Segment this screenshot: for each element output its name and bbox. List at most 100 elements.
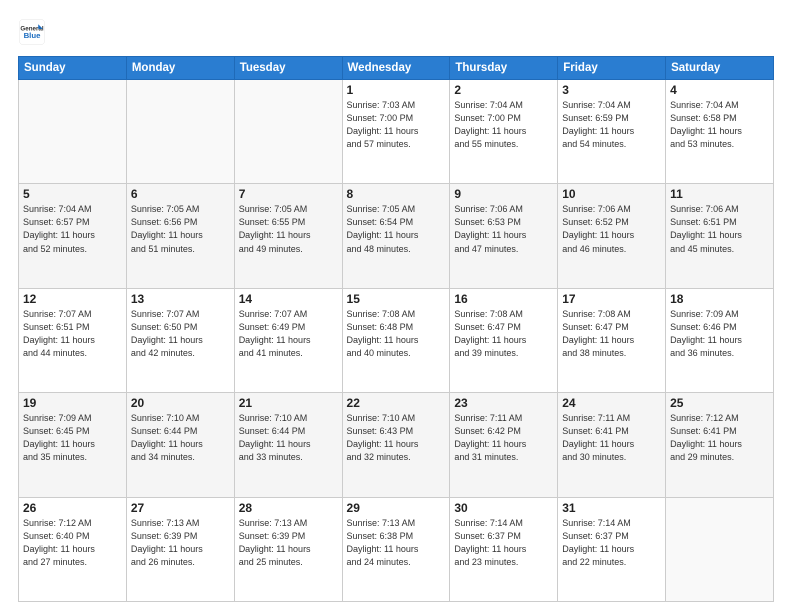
- day-number: 21: [239, 396, 338, 410]
- calendar-cell: 3 Sunrise: 7:04 AMSunset: 6:59 PMDaylight…: [558, 80, 666, 184]
- day-info: Sunrise: 7:13 AMSunset: 6:38 PMDaylight:…: [347, 517, 446, 569]
- calendar-cell: 1Sunrise: 7:03 AMSunset: 7:00 PMDaylight…: [342, 80, 450, 184]
- day-number: 20: [131, 396, 230, 410]
- day-number: 30: [454, 501, 553, 515]
- calendar-cell: 6Sunrise: 7:05 AMSunset: 6:56 PMDaylight…: [126, 184, 234, 288]
- day-info: Sunrise: 7:09 AMSunset: 6:46 PMDaylight:…: [670, 308, 769, 360]
- day-number: 29: [347, 501, 446, 515]
- svg-text:Blue: Blue: [24, 31, 42, 40]
- calendar-cell: 17 Sunrise: 7:08 AMSunset: 6:47 PMDayligh…: [558, 288, 666, 392]
- day-info: Sunrise: 7:10 AMSunset: 6:44 PMDaylight:…: [239, 412, 338, 464]
- day-info: Sunrise: 7:08 AMSunset: 6:47 PMDaylight:…: [562, 308, 661, 360]
- day-number: 15: [347, 292, 446, 306]
- day-info: Sunrise: 7:11 AMSunset: 6:41 PMDaylight:…: [562, 412, 661, 464]
- calendar-cell: 7 Sunrise: 7:05 AMSunset: 6:55 PMDaylight…: [234, 184, 342, 288]
- day-info: Sunrise: 7:12 AMSunset: 6:40 PMDaylight:…: [23, 517, 122, 569]
- col-sunday: Sunday: [19, 57, 127, 80]
- day-info: Sunrise: 7:10 AMSunset: 6:44 PMDaylight:…: [131, 412, 230, 464]
- day-info: Sunrise: 7:06 AMSunset: 6:51 PMDaylight:…: [670, 203, 769, 255]
- calendar-table: Sunday Monday Tuesday Wednesday Thursday…: [18, 56, 774, 602]
- col-wednesday: Wednesday: [342, 57, 450, 80]
- day-number: 5: [23, 187, 122, 201]
- day-info: Sunrise: 7:04 AMSunset: 6:58 PMDaylight:…: [670, 99, 769, 151]
- calendar-cell: 4 Sunrise: 7:04 AMSunset: 6:58 PMDaylight…: [666, 80, 774, 184]
- day-info: Sunrise: 7:09 AMSunset: 6:45 PMDaylight:…: [23, 412, 122, 464]
- day-number: 13: [131, 292, 230, 306]
- calendar-cell: 9 Sunrise: 7:06 AMSunset: 6:53 PMDaylight…: [450, 184, 558, 288]
- day-info: Sunrise: 7:10 AMSunset: 6:43 PMDaylight:…: [347, 412, 446, 464]
- calendar-cell: 14Sunrise: 7:07 AMSunset: 6:49 PMDayligh…: [234, 288, 342, 392]
- calendar-cell: 15 Sunrise: 7:08 AMSunset: 6:48 PMDayligh…: [342, 288, 450, 392]
- calendar-cell: 25 Sunrise: 7:12 AMSunset: 6:41 PMDayligh…: [666, 393, 774, 497]
- calendar-cell: [126, 80, 234, 184]
- col-monday: Monday: [126, 57, 234, 80]
- calendar-cell: 27 Sunrise: 7:13 AMSunset: 6:39 PMDayligh…: [126, 497, 234, 601]
- day-info: Sunrise: 7:14 AMSunset: 6:37 PMDaylight:…: [454, 517, 553, 569]
- day-info: Sunrise: 7:06 AMSunset: 6:53 PMDaylight:…: [454, 203, 553, 255]
- day-number: 25: [670, 396, 769, 410]
- day-info: Sunrise: 7:13 AMSunset: 6:39 PMDaylight:…: [131, 517, 230, 569]
- calendar-header-row: Sunday Monday Tuesday Wednesday Thursday…: [19, 57, 774, 80]
- calendar-cell: 28 Sunrise: 7:13 AMSunset: 6:39 PMDayligh…: [234, 497, 342, 601]
- calendar-cell: 13 Sunrise: 7:07 AMSunset: 6:50 PMDayligh…: [126, 288, 234, 392]
- day-info: Sunrise: 7:04 AMSunset: 6:59 PMDaylight:…: [562, 99, 661, 151]
- day-number: 28: [239, 501, 338, 515]
- day-number: 27: [131, 501, 230, 515]
- calendar-cell: [666, 497, 774, 601]
- day-number: 12: [23, 292, 122, 306]
- day-info: Sunrise: 7:07 AMSunset: 6:50 PMDaylight:…: [131, 308, 230, 360]
- day-number: 4: [670, 83, 769, 97]
- day-number: 18: [670, 292, 769, 306]
- calendar-cell: 10 Sunrise: 7:06 AMSunset: 6:52 PMDayligh…: [558, 184, 666, 288]
- logo: General Blue: [18, 18, 46, 46]
- day-info: Sunrise: 7:07 AMSunset: 6:51 PMDaylight:…: [23, 308, 122, 360]
- calendar-cell: 20 Sunrise: 7:10 AMSunset: 6:44 PMDayligh…: [126, 393, 234, 497]
- day-number: 9: [454, 187, 553, 201]
- day-number: 17: [562, 292, 661, 306]
- calendar-cell: 21 Sunrise: 7:10 AMSunset: 6:44 PMDayligh…: [234, 393, 342, 497]
- day-info: Sunrise: 7:14 AMSunset: 6:37 PMDaylight:…: [562, 517, 661, 569]
- calendar-cell: 22 Sunrise: 7:10 AMSunset: 6:43 PMDayligh…: [342, 393, 450, 497]
- col-saturday: Saturday: [666, 57, 774, 80]
- day-info: Sunrise: 7:04 AMSunset: 6:57 PMDaylight:…: [23, 203, 122, 255]
- day-info: Sunrise: 7:05 AMSunset: 6:55 PMDaylight:…: [239, 203, 338, 255]
- day-info: Sunrise: 7:05 AMSunset: 6:54 PMDaylight:…: [347, 203, 446, 255]
- day-number: 1: [347, 83, 446, 97]
- calendar-cell: 31 Sunrise: 7:14 AMSunset: 6:37 PMDayligh…: [558, 497, 666, 601]
- day-info: Sunrise: 7:06 AMSunset: 6:52 PMDaylight:…: [562, 203, 661, 255]
- day-number: 7: [239, 187, 338, 201]
- page: General Blue Sunday Monday Tuesday Wedne…: [0, 0, 792, 612]
- day-number: 6: [131, 187, 230, 201]
- calendar-cell: [234, 80, 342, 184]
- day-number: 24: [562, 396, 661, 410]
- calendar-cell: [19, 80, 127, 184]
- day-info: Sunrise: 7:08 AMSunset: 6:47 PMDaylight:…: [454, 308, 553, 360]
- day-number: 22: [347, 396, 446, 410]
- day-number: 14: [239, 292, 338, 306]
- calendar-cell: 29 Sunrise: 7:13 AMSunset: 6:38 PMDayligh…: [342, 497, 450, 601]
- day-number: 31: [562, 501, 661, 515]
- day-number: 23: [454, 396, 553, 410]
- col-friday: Friday: [558, 57, 666, 80]
- day-number: 16: [454, 292, 553, 306]
- day-info: Sunrise: 7:13 AMSunset: 6:39 PMDaylight:…: [239, 517, 338, 569]
- col-thursday: Thursday: [450, 57, 558, 80]
- calendar-cell: 11 Sunrise: 7:06 AMSunset: 6:51 PMDayligh…: [666, 184, 774, 288]
- calendar-cell: 24 Sunrise: 7:11 AMSunset: 6:41 PMDayligh…: [558, 393, 666, 497]
- calendar-cell: 2 Sunrise: 7:04 AMSunset: 7:00 PMDaylight…: [450, 80, 558, 184]
- calendar-cell: 19Sunrise: 7:09 AMSunset: 6:45 PMDayligh…: [19, 393, 127, 497]
- calendar-cell: 30 Sunrise: 7:14 AMSunset: 6:37 PMDayligh…: [450, 497, 558, 601]
- day-number: 26: [23, 501, 122, 515]
- day-number: 10: [562, 187, 661, 201]
- calendar-cell: 12 Sunrise: 7:07 AMSunset: 6:51 PMDayligh…: [19, 288, 127, 392]
- day-info: Sunrise: 7:08 AMSunset: 6:48 PMDaylight:…: [347, 308, 446, 360]
- day-info: Sunrise: 7:12 AMSunset: 6:41 PMDaylight:…: [670, 412, 769, 464]
- header: General Blue: [18, 18, 774, 46]
- day-number: 11: [670, 187, 769, 201]
- calendar-cell: 16 Sunrise: 7:08 AMSunset: 6:47 PMDayligh…: [450, 288, 558, 392]
- day-number: 3: [562, 83, 661, 97]
- day-number: 2: [454, 83, 553, 97]
- day-info: Sunrise: 7:11 AMSunset: 6:42 PMDaylight:…: [454, 412, 553, 464]
- day-info: Sunrise: 7:04 AMSunset: 7:00 PMDaylight:…: [454, 99, 553, 151]
- calendar-cell: 26 Sunrise: 7:12 AMSunset: 6:40 PMDayligh…: [19, 497, 127, 601]
